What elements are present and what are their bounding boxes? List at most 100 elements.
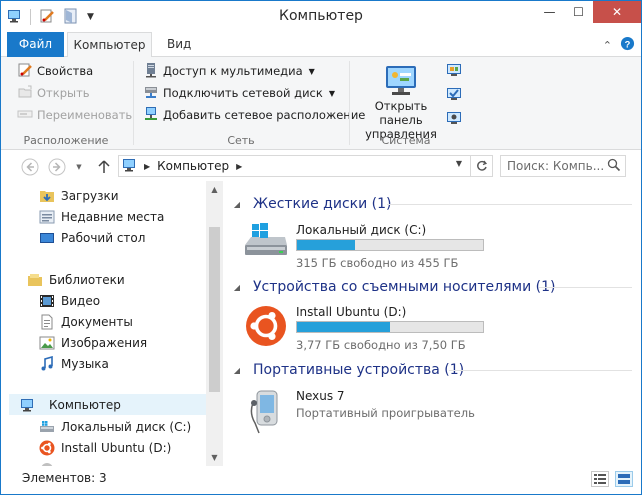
- rename-icon: [17, 106, 33, 125]
- tiles-view-icon[interactable]: [615, 471, 633, 487]
- svg-text:?: ?: [625, 39, 631, 49]
- media-access-label: Доступ к мультимедиа: [163, 64, 303, 78]
- title-bar: ▼ Компьютер — ☐ ✕: [1, 1, 641, 32]
- video-icon: [39, 293, 55, 309]
- nav-item-video[interactable]: Видео: [39, 290, 100, 311]
- group-header-removable[interactable]: ◢ Устройства со съемными носителями (1): [223, 277, 556, 297]
- breadcrumb-computer[interactable]: Компьютер: [157, 159, 229, 173]
- nav-pane-scrollbar[interactable]: ▲ ▼: [206, 181, 223, 466]
- nav-item-documents[interactable]: Документы: [39, 311, 133, 332]
- network-drive-icon: [143, 84, 159, 103]
- group-title-hard-drives: Жесткие диски (1): [253, 196, 392, 212]
- group-divider: [387, 204, 632, 205]
- ribbon-controls: ⌃ ?: [603, 36, 635, 54]
- nav-item-images[interactable]: Изображения: [39, 332, 147, 353]
- tab-file[interactable]: Файл: [7, 32, 64, 57]
- nav-label-video: Видео: [61, 293, 101, 308]
- scroll-down-icon[interactable]: ▼: [206, 449, 223, 466]
- drive-free-space: 3,77 ГБ свободно из 7,50 ГБ: [296, 338, 466, 352]
- libraries-icon: [27, 272, 43, 288]
- nav-item-local-disk[interactable]: Локальный диск (C:): [39, 416, 191, 437]
- open-icon: [17, 84, 33, 103]
- media-access-button[interactable]: Доступ к мультимедиа ▼: [143, 61, 315, 81]
- control-panel-button[interactable]: Открыть панель управления: [353, 65, 449, 141]
- content-pane: ◢ Жесткие диски (1) Локальный диск (C:) …: [223, 181, 641, 466]
- collapse-ribbon-icon[interactable]: ⌃: [603, 39, 612, 52]
- computer-icon: [122, 157, 138, 176]
- nav-label-downloads: Загрузки: [61, 188, 119, 203]
- back-button[interactable]: [20, 157, 40, 177]
- search-icon[interactable]: [607, 158, 621, 178]
- up-button[interactable]: [94, 157, 114, 177]
- add-location-label: Добавить сетевое расположение: [163, 108, 366, 122]
- dropdown-arrow-icon: ▼: [328, 88, 335, 98]
- rename-button[interactable]: Переименовать: [17, 105, 132, 125]
- media-server-icon: [143, 62, 159, 81]
- nav-label-ubuntu: Install Ubuntu (D:): [61, 440, 172, 455]
- nav-label-local-disk: Локальный диск (C:): [61, 419, 192, 434]
- close-button[interactable]: ✕: [593, 1, 641, 23]
- uninstall-programs-icon[interactable]: [446, 62, 462, 81]
- nav-item-downloads[interactable]: Загрузки: [39, 185, 119, 206]
- map-drive-label: Подключить сетевой диск: [163, 86, 323, 100]
- nav-label-music: Музыка: [61, 356, 109, 371]
- recent-places-icon: [39, 209, 55, 225]
- status-bar: Элементов: 3: [1, 466, 641, 494]
- manage-icon[interactable]: [446, 110, 462, 129]
- maximize-button[interactable]: ☐: [564, 1, 593, 23]
- details-view-icon[interactable]: [591, 471, 609, 487]
- nav-item-recent[interactable]: Недавние места: [39, 206, 164, 227]
- nav-item-libraries[interactable]: Библиотеки: [27, 269, 125, 290]
- system-properties-icon[interactable]: [446, 86, 462, 105]
- control-panel-icon: [353, 65, 449, 97]
- help-icon[interactable]: ?: [620, 36, 635, 54]
- nav-item-computer[interactable]: Компьютер: [9, 394, 211, 415]
- window-controls: — ☐ ✕: [535, 1, 641, 23]
- recent-locations-icon[interactable]: ▼: [69, 157, 89, 177]
- nav-item-desktop[interactable]: Рабочий стол: [39, 227, 145, 248]
- open-label: Открыть: [37, 86, 90, 100]
- rename-label: Переименовать: [37, 108, 133, 122]
- forward-button[interactable]: [47, 157, 67, 177]
- tab-view[interactable]: Вид: [155, 32, 203, 57]
- group-header-portable[interactable]: ◢ Портативные устройства (1): [223, 360, 464, 380]
- breadcrumb-separator-icon[interactable]: ▶: [236, 162, 242, 171]
- images-icon: [39, 335, 55, 351]
- nav-item-music[interactable]: Музыка: [39, 353, 109, 374]
- address-history-icon[interactable]: ▼: [456, 159, 462, 168]
- properties-button[interactable]: Свойства: [17, 61, 93, 81]
- group-network: Доступ к мультимедиа ▼ Подключить сетево…: [135, 57, 365, 150]
- nav-item-ubuntu[interactable]: Install Ubuntu (D:): [39, 437, 171, 458]
- group-system: Открыть панель управления Система: [351, 57, 471, 150]
- dropdown-arrow-icon: ▼: [308, 66, 315, 76]
- address-bar[interactable]: ▶ Компьютер ▶ ▼: [118, 155, 493, 177]
- drive-name: Локальный диск (C:): [296, 223, 427, 237]
- nav-item-partial[interactable]: [39, 458, 61, 466]
- minimize-button[interactable]: —: [535, 1, 564, 23]
- tab-computer[interactable]: Компьютер: [67, 32, 152, 58]
- scroll-up-icon[interactable]: ▲: [206, 181, 223, 198]
- navigation-bar: ▼ ▶ Компьютер ▶ ▼ Поиск: Компь...: [1, 151, 641, 181]
- search-input[interactable]: Поиск: Компь...: [500, 155, 626, 177]
- collapse-chevron-icon[interactable]: ◢: [229, 366, 245, 375]
- computer-icon: [20, 397, 36, 413]
- group-header-hard-drives[interactable]: ◢ Жесткие диски (1): [223, 194, 392, 214]
- disk-usage-fill: [297, 322, 390, 332]
- ubuntu-drive-icon: [245, 305, 287, 350]
- open-button[interactable]: Открыть: [17, 83, 90, 103]
- nav-label-documents: Документы: [61, 314, 133, 329]
- collapse-chevron-icon[interactable]: ◢: [229, 200, 245, 209]
- ribbon-divider: [133, 61, 134, 145]
- group-divider: [539, 287, 632, 288]
- breadcrumb-separator-icon[interactable]: ▶: [144, 162, 150, 171]
- group-title-removable: Устройства со съемными носителями (1): [253, 279, 556, 295]
- map-drive-button[interactable]: Подключить сетевой диск ▼: [143, 83, 335, 103]
- add-location-button[interactable]: Добавить сетевое расположение: [143, 105, 365, 125]
- scroll-thumb[interactable]: [209, 227, 220, 392]
- refresh-button[interactable]: [470, 156, 492, 176]
- nav-label-desktop: Рабочий стол: [61, 230, 146, 245]
- collapse-chevron-icon[interactable]: ◢: [229, 283, 245, 292]
- explorer-window: ▼ Компьютер — ☐ ✕ Файл Компьютер Вид ⌃ ?: [0, 0, 642, 495]
- group-label-location: Расположение: [23, 134, 109, 147]
- drive-free-space: 315 ГБ свободно из 455 ГБ: [296, 256, 459, 270]
